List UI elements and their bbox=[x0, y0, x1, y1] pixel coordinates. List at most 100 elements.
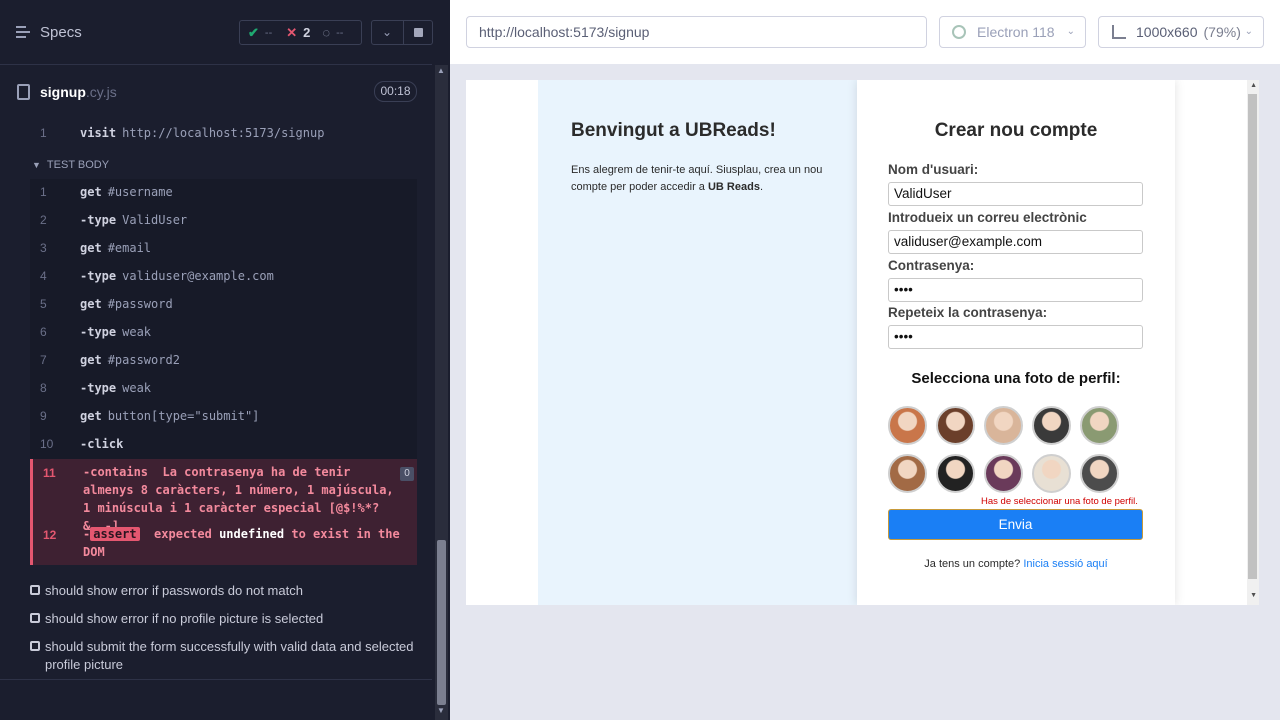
browser-selector[interactable]: Electron 118 ⌄ bbox=[939, 16, 1086, 48]
avatar-10-icon[interactable] bbox=[1080, 454, 1119, 493]
email-input[interactable]: validuser@example.com bbox=[888, 230, 1143, 254]
avatar-7-icon[interactable] bbox=[936, 454, 975, 493]
menu-icon[interactable] bbox=[16, 25, 32, 39]
command-label: -type bbox=[80, 325, 117, 339]
specs-title[interactable]: Specs bbox=[40, 24, 82, 41]
welcome-title: Benvingut a UBReads! bbox=[571, 120, 776, 141]
test-status-icon bbox=[30, 585, 40, 595]
avatar-4-icon[interactable] bbox=[1032, 406, 1071, 445]
chevron-down-icon: ▼ bbox=[32, 160, 41, 170]
command-label: -click bbox=[80, 437, 124, 451]
runner-panel: Specs ✔ -- ✕ 2 ◌ -- ⌄ signup.cy.js 00:18… bbox=[0, 0, 450, 720]
line-number: 10 bbox=[40, 437, 54, 451]
username-input[interactable]: ValidUser bbox=[888, 182, 1143, 206]
url-bar[interactable]: http://localhost:5173/signup bbox=[466, 16, 927, 48]
scroll-up-icon[interactable]: ▲ bbox=[1250, 82, 1257, 89]
stop-icon[interactable] bbox=[414, 28, 423, 37]
command-row[interactable]: 6 -type weak bbox=[30, 318, 417, 346]
visit-command[interactable]: 1 visit http://localhost:5173/signup bbox=[30, 119, 417, 147]
viewport-zoom: (79%) bbox=[1203, 24, 1241, 40]
password-input[interactable]: •••• bbox=[888, 278, 1143, 302]
command-label: get bbox=[80, 241, 102, 255]
command-arg: ValidUser bbox=[122, 213, 188, 227]
submit-button[interactable]: Envia bbox=[888, 509, 1143, 540]
scroll-up-icon[interactable]: ▲ bbox=[437, 66, 445, 75]
command-row[interactable]: 5 get #password bbox=[30, 290, 417, 318]
assert-value: undefined bbox=[219, 527, 285, 541]
welcome-text: Ens alegrem de tenir-te aquí. Siusplau, … bbox=[571, 162, 831, 196]
command-name: -click bbox=[80, 437, 129, 451]
command-name: get #username bbox=[80, 185, 173, 199]
scroll-down-icon[interactable]: ▼ bbox=[1250, 592, 1257, 599]
x-icon: ✕ bbox=[286, 24, 298, 40]
command-arg: weak bbox=[122, 325, 152, 339]
command-row[interactable]: 3 get #email bbox=[30, 234, 417, 262]
scroll-down-icon[interactable]: ▼ bbox=[437, 706, 445, 715]
ruler-icon bbox=[1112, 25, 1126, 39]
scrollbar-thumb[interactable] bbox=[437, 540, 446, 705]
login-line: Ja tens un compte? Inicia sessió aquí bbox=[857, 558, 1175, 570]
line-number: 12 bbox=[43, 528, 57, 542]
failed-count: 2 bbox=[303, 25, 311, 40]
picture-error: Has de seleccionar una foto de perfil. bbox=[981, 496, 1138, 507]
runner-topbar: Specs ✔ -- ✕ 2 ◌ -- ⌄ bbox=[0, 0, 433, 65]
username-label: Nom d'usuari: bbox=[888, 162, 979, 177]
test-status-icon bbox=[30, 613, 40, 623]
command-row[interactable]: 10 -click bbox=[30, 430, 417, 458]
avatar-3-icon[interactable] bbox=[984, 406, 1023, 445]
test-title: should show error if passwords do not ma… bbox=[45, 583, 303, 598]
command-label: visit bbox=[80, 126, 117, 140]
password2-input[interactable]: •••• bbox=[888, 325, 1143, 349]
assert-command[interactable]: - assert expected undefined to exist in t… bbox=[83, 525, 403, 561]
command-arg: validuser@example.com bbox=[122, 269, 274, 283]
avatar-1-icon[interactable] bbox=[888, 406, 927, 445]
scrollbar-thumb[interactable] bbox=[1248, 94, 1257, 579]
avatar-8-icon[interactable] bbox=[984, 454, 1023, 493]
password-label: Contrasenya: bbox=[888, 258, 975, 273]
test-stats: ✔ -- ✕ 2 ◌ -- bbox=[239, 20, 362, 45]
command-name: -type ValidUser bbox=[80, 213, 187, 227]
command-name: get #email bbox=[80, 241, 151, 255]
spec-ext: .cy.js bbox=[85, 84, 117, 100]
avatar-6-icon[interactable] bbox=[888, 454, 927, 493]
email-label: Introdueix un correu electrònic bbox=[888, 210, 1087, 225]
duration-badge: 00:18 bbox=[374, 81, 417, 102]
avatar-5-icon[interactable] bbox=[1080, 406, 1119, 445]
command-name: get #password bbox=[80, 297, 173, 311]
command-row[interactable]: 8 -type weak bbox=[30, 374, 417, 402]
signup-form: Crear nou compte Nom d'usuari: ValidUser… bbox=[857, 80, 1175, 605]
command-row[interactable]: 2 -type ValidUser bbox=[30, 206, 417, 234]
aut-header: http://localhost:5173/signup Electron 11… bbox=[450, 0, 1280, 64]
command-row[interactable]: 4 -type validuser@example.com bbox=[30, 262, 417, 290]
command-name: -type weak bbox=[80, 381, 151, 395]
divider bbox=[0, 679, 432, 680]
welcome-panel: Benvingut a UBReads! Ens alegrem de teni… bbox=[538, 80, 857, 605]
aut-panel: http://localhost:5173/signup Electron 11… bbox=[450, 0, 1280, 720]
viewport-selector[interactable]: 1000x660 (79%) ⌄ bbox=[1098, 16, 1264, 48]
electron-icon bbox=[952, 25, 966, 39]
command-label: -contains bbox=[83, 465, 149, 479]
line-number: 1 bbox=[40, 185, 47, 199]
command-name: -type validuser@example.com bbox=[80, 269, 274, 283]
command-arg: #password bbox=[107, 297, 173, 311]
avatar-2-icon[interactable] bbox=[936, 406, 975, 445]
chevron-down-icon[interactable]: ⌄ bbox=[382, 25, 392, 39]
passed-count: -- bbox=[264, 26, 273, 39]
command-row[interactable]: 9 get button[type="submit"] bbox=[30, 402, 417, 430]
check-icon: ✔ bbox=[248, 24, 259, 40]
test-body-header[interactable]: ▼ TEST BODY bbox=[32, 159, 109, 171]
login-link[interactable]: Inicia sessió aquí bbox=[1023, 558, 1107, 570]
command-row[interactable]: 1 get #username bbox=[30, 178, 417, 206]
test-title: should submit the form successfully with… bbox=[45, 639, 414, 672]
command-name: get button[type="submit"] bbox=[80, 409, 259, 423]
command-name: visit http://localhost:5173/signup bbox=[80, 126, 324, 140]
spec-file-name[interactable]: signup.cy.js bbox=[40, 84, 117, 100]
command-arg: weak bbox=[122, 381, 152, 395]
avatar-9-icon[interactable] bbox=[1032, 454, 1071, 493]
command-arg: #username bbox=[107, 185, 173, 199]
command-arg: button[type="submit"] bbox=[107, 409, 260, 423]
command-label: -type bbox=[80, 381, 117, 395]
command-row[interactable]: 7 get #password2 bbox=[30, 346, 417, 374]
failed-commands: 11 -contains La contrasenya ha de tenir … bbox=[30, 459, 417, 565]
line-number: 8 bbox=[40, 381, 47, 395]
